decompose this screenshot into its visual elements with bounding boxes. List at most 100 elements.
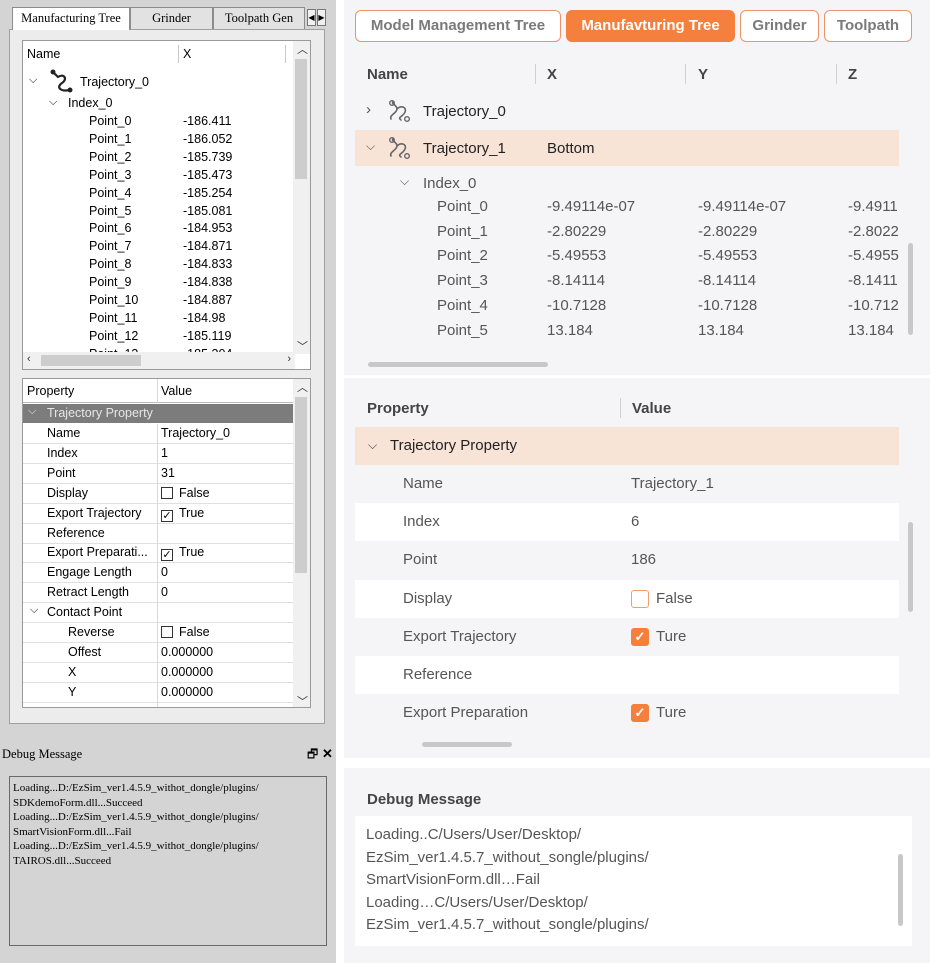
- chevron-down-icon[interactable]: ⌵: [29, 74, 37, 87]
- left-prop-row[interactable]: Export Trajectory ✓ True: [23, 503, 293, 524]
- right-tree-row-trajectory-0[interactable]: › Trajectory_0: [355, 93, 899, 129]
- left-tree-row-point[interactable]: Point_1 -186.052: [23, 131, 293, 149]
- right-tab-toolpath[interactable]: Toolpath: [824, 10, 912, 42]
- float-window-icon[interactable]: 🗗: [307, 744, 318, 764]
- left-tree-row-point[interactable]: Point_2 -185.739: [23, 149, 293, 167]
- left-prop-row[interactable]: Export Preparati... ✓ True: [23, 543, 293, 564]
- right-prop-row[interactable]: Display False: [355, 579, 899, 618]
- left-prop-category[interactable]: ⌵ Trajectory Property: [23, 404, 293, 423]
- checkbox-unchecked-icon[interactable]: [161, 486, 173, 499]
- checkbox-checked-icon[interactable]: ✓: [161, 509, 173, 522]
- right-tree-header-z[interactable]: Z: [848, 66, 857, 83]
- left-prop-contact-point-group[interactable]: ⌵ Contact Point: [23, 603, 293, 624]
- chevron-down-icon[interactable]: ⌵: [400, 174, 409, 189]
- right-prop-row[interactable]: Reference: [355, 656, 899, 694]
- left-tree-row-point[interactable]: Point_8 -184.833: [23, 256, 293, 274]
- checkbox-checked-icon[interactable]: ✓: [631, 704, 649, 723]
- right-tree-header-y[interactable]: Y: [698, 66, 708, 83]
- left-tree-header-name[interactable]: Name: [27, 47, 60, 61]
- scroll-left-arrow-icon[interactable]: ‹: [27, 353, 31, 365]
- chevron-down-icon[interactable]: ⌵: [28, 405, 36, 418]
- right-prop-row[interactable]: Export Trajectory ✓ Ture: [355, 618, 899, 656]
- chevron-down-icon[interactable]: ⌵: [368, 438, 377, 453]
- left-prop-row[interactable]: Point 31: [23, 463, 293, 484]
- left-tree-header-x[interactable]: X: [183, 47, 191, 61]
- left-tab-grinder[interactable]: Grinder: [130, 7, 213, 29]
- scroll-up-arrow-icon[interactable]: ︿: [297, 379, 308, 395]
- right-tree-row-trajectory-1[interactable]: ⌵ Trajectory_1 Bottom: [355, 130, 899, 166]
- right-prop-header-value[interactable]: Value: [632, 400, 671, 417]
- right-prop-header-property[interactable]: Property: [367, 400, 429, 417]
- close-icon[interactable]: ✕: [322, 744, 333, 764]
- left-tree-row-point[interactable]: Point_4 -185.254: [23, 185, 293, 203]
- left-prop-row[interactable]: Reverse False: [23, 623, 293, 643]
- right-debug-vscrollbar[interactable]: [898, 854, 903, 926]
- scroll-down-arrow-icon[interactable]: ﹀: [297, 693, 308, 707]
- left-tree-vscrollbar[interactable]: ︿ ﹀: [293, 41, 310, 354]
- right-debug-log[interactable]: Loading..C/Users/User/Desktop/EzSim_ver1…: [355, 816, 912, 946]
- right-tree-header-x[interactable]: X: [547, 66, 557, 83]
- checkbox-checked-icon[interactable]: ✓: [161, 549, 173, 562]
- left-tab-manufacturing-tree[interactable]: Manufacturing Tree: [12, 7, 130, 30]
- left-tree-row-point[interactable]: Point_9 -184.838: [23, 274, 293, 292]
- scroll-thumb[interactable]: [295, 397, 307, 573]
- left-prop-row[interactable]: Retract Length 0: [23, 583, 293, 604]
- chevron-down-icon[interactable]: ⌵: [30, 604, 38, 617]
- scroll-down-arrow-icon[interactable]: ﹀: [297, 338, 308, 354]
- left-prop-row[interactable]: Offest 0.000000: [23, 642, 293, 663]
- scroll-right-arrow-icon[interactable]: ›: [287, 353, 291, 365]
- left-tree-row-index-0[interactable]: ⌵ Index_0: [23, 95, 293, 113]
- left-tree-view[interactable]: Name X ⌵ Trajectory_0 ⌵ Index_0 Point_0 -…: [22, 40, 311, 370]
- scroll-thumb[interactable]: [41, 355, 141, 366]
- left-tab-toolpath-gen[interactable]: Toolpath Gen: [213, 7, 305, 29]
- left-prop-row[interactable]: Engage Length 0: [23, 563, 293, 584]
- left-tree-row-point[interactable]: Point_0 -186.411: [23, 113, 293, 131]
- checkbox-checked-icon[interactable]: ✓: [631, 627, 649, 646]
- left-tree-row-point[interactable]: Point_11 -184.98: [23, 310, 293, 328]
- right-prop-value: 186: [631, 551, 657, 569]
- right-prop-vscrollbar[interactable]: [908, 522, 913, 612]
- tab-scroll-left-button[interactable]: ◀: [307, 9, 316, 26]
- left-tree-row-trajectory-0[interactable]: ⌵ Trajectory_0: [23, 69, 293, 93]
- left-prop-row[interactable]: Reference: [23, 523, 293, 544]
- chevron-down-icon[interactable]: ⌵: [49, 96, 57, 109]
- left-debug-log[interactable]: Loading...D:/EzSim_ver1.4.5.9_withot_don…: [9, 776, 327, 946]
- checkbox-unchecked-icon[interactable]: [161, 626, 173, 638]
- left-prop-row[interactable]: Y 0.000000: [23, 682, 293, 703]
- left-property-grid[interactable]: Property Value ⌵ Trajectory Property Nam…: [22, 378, 311, 708]
- left-tree-row-point[interactable]: Point_5 -185.081: [23, 203, 293, 221]
- chevron-right-icon[interactable]: ›: [366, 101, 371, 118]
- left-prop-header-value[interactable]: Value: [161, 384, 192, 398]
- left-prop-header-property[interactable]: Property: [27, 384, 74, 398]
- left-tree-row-point[interactable]: Point_10 -184.887: [23, 292, 293, 310]
- right-tab-manufacturing-tree[interactable]: Manufavturing Tree: [566, 10, 735, 42]
- right-prop-hscrollbar[interactable]: [422, 742, 512, 747]
- left-prop-row[interactable]: Name Trajectory_0: [23, 424, 293, 444]
- right-tree-hscrollbar[interactable]: [368, 362, 548, 367]
- right-prop-row[interactable]: Index 6: [355, 503, 899, 542]
- left-prop-vscrollbar[interactable]: ︿ ﹀: [293, 379, 310, 707]
- left-prop-row[interactable]: X 0.000000: [23, 662, 293, 683]
- right-prop-row[interactable]: Name Trajectory_1: [355, 465, 899, 503]
- scroll-thumb[interactable]: [295, 59, 307, 179]
- checkbox-unchecked-icon[interactable]: [631, 589, 649, 608]
- right-prop-row[interactable]: Point 186: [355, 541, 899, 579]
- left-prop-row[interactable]: Index 1: [23, 443, 293, 464]
- left-tree-row-point[interactable]: Point_6 -184.953: [23, 220, 293, 238]
- scroll-up-arrow-icon[interactable]: ︿: [297, 41, 308, 57]
- left-tree-row-point[interactable]: Point_12 -185.119: [23, 328, 293, 346]
- right-tree-row-index-0[interactable]: ⌵ Index_0: [355, 170, 899, 196]
- left-prop-row[interactable]: Display False: [23, 483, 293, 504]
- right-tree-header-name[interactable]: Name: [367, 66, 408, 83]
- chevron-down-icon[interactable]: ⌵: [366, 139, 375, 154]
- tab-scroll-right-button[interactable]: ▶: [317, 9, 326, 26]
- left-tree-row-point[interactable]: Point_7 -184.871: [23, 238, 293, 256]
- left-tree-hscrollbar[interactable]: ‹ ›: [23, 352, 295, 369]
- right-prop-category[interactable]: ⌵ Trajectory Property: [355, 427, 899, 465]
- right-tab-grinder[interactable]: Grinder: [740, 10, 819, 42]
- left-tree-row-point[interactable]: Point_3 -185.473: [23, 167, 293, 185]
- right-tab-model-management-tree[interactable]: Model Management Tree: [355, 10, 561, 42]
- point-x: -184.871: [183, 239, 233, 254]
- right-prop-row[interactable]: Export Preparation ✓ Ture: [355, 694, 899, 732]
- right-tree-vscrollbar[interactable]: [908, 243, 913, 335]
